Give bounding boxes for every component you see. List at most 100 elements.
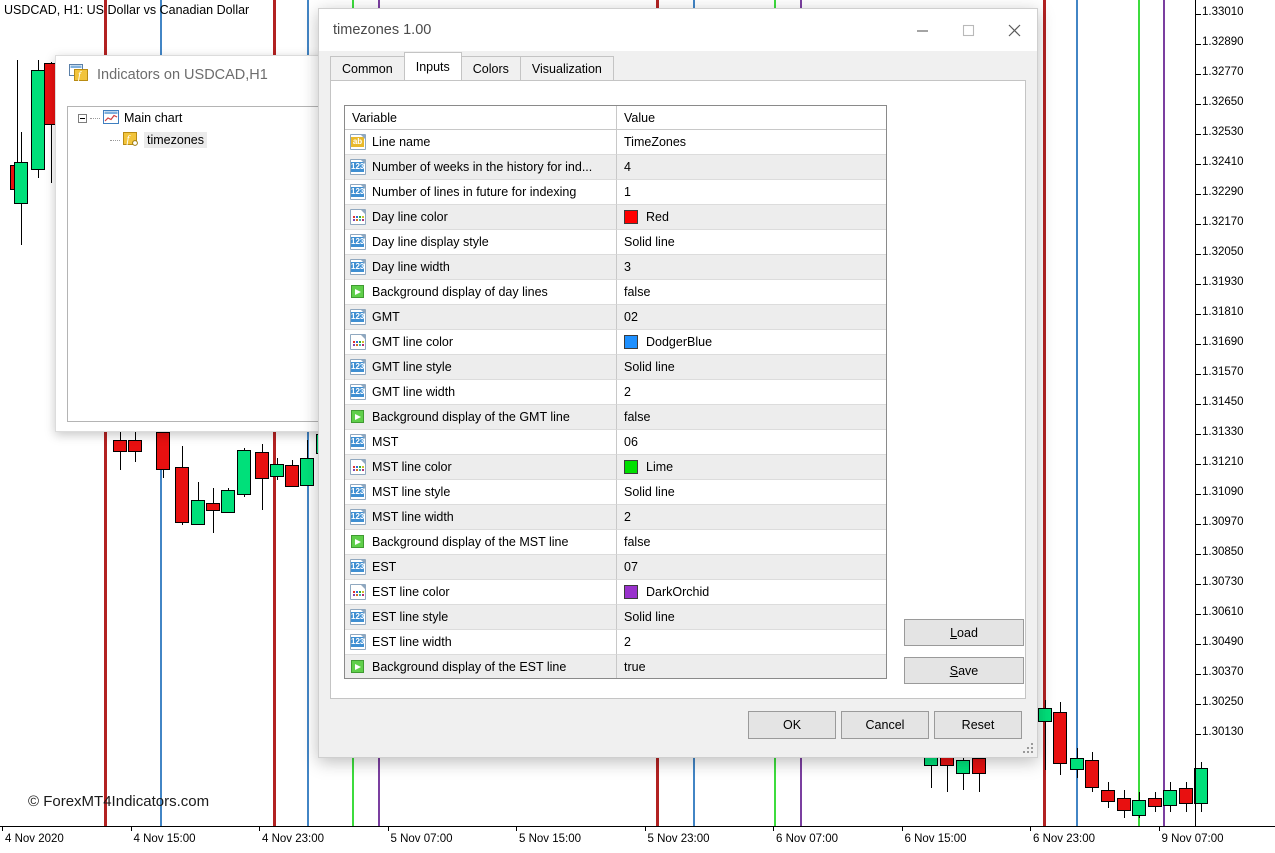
parameter-value-cell[interactable]: 2 bbox=[617, 630, 886, 655]
parameter-value-cell[interactable]: 4 bbox=[617, 155, 886, 180]
parameter-value-cell[interactable]: false bbox=[617, 530, 886, 555]
tab-colors[interactable]: Colors bbox=[461, 56, 521, 80]
table-row[interactable]: Background display of the GMT linefalse bbox=[345, 405, 886, 430]
parameter-value-cell[interactable]: Solid line bbox=[617, 355, 886, 380]
indicators-window[interactable]: f Indicators on USDCAD,H1 Main chart bbox=[55, 55, 330, 432]
parameter-value-cell[interactable]: Solid line bbox=[617, 230, 886, 255]
integer-type-icon: 123 bbox=[350, 259, 366, 275]
table-row[interactable]: 123Number of weeks in the history for in… bbox=[345, 155, 886, 180]
parameter-value-cell[interactable]: Solid line bbox=[617, 605, 886, 630]
tick-mark bbox=[1196, 104, 1201, 105]
table-row[interactable]: 123EST line width2 bbox=[345, 630, 886, 655]
table-row[interactable]: Background display of day linesfalse bbox=[345, 280, 886, 305]
parameter-value-cell[interactable]: Red bbox=[617, 205, 886, 230]
parameter-name-cell[interactable]: abLine name bbox=[345, 130, 617, 155]
parameter-value-cell[interactable]: 1 bbox=[617, 180, 886, 205]
parameter-name-cell[interactable]: 123EST line style bbox=[345, 605, 617, 630]
table-row[interactable]: Day line colorRed bbox=[345, 205, 886, 230]
parameter-value-cell[interactable]: 07 bbox=[617, 555, 886, 580]
tab-inputs[interactable]: Inputs bbox=[404, 52, 462, 80]
parameter-value-cell[interactable]: DodgerBlue bbox=[617, 330, 886, 355]
parameter-value-cell[interactable]: false bbox=[617, 280, 886, 305]
table-row[interactable]: 123Day line width3 bbox=[345, 255, 886, 280]
collapse-icon[interactable] bbox=[78, 114, 87, 123]
parameter-name-cell[interactable]: 123EST line width bbox=[345, 630, 617, 655]
table-row[interactable]: 123Day line display styleSolid line bbox=[345, 230, 886, 255]
table-row[interactable]: Background display of the EST linetrue bbox=[345, 655, 886, 679]
parameter-name-cell[interactable]: 123Number of lines in future for indexin… bbox=[345, 180, 617, 205]
time-axis[interactable]: 4 Nov 20204 Nov 15:004 Nov 23:005 Nov 07… bbox=[0, 826, 1275, 853]
parameter-name-cell[interactable]: 123EST bbox=[345, 555, 617, 580]
parameter-name-cell[interactable]: EST line color bbox=[345, 580, 617, 605]
maximize-icon[interactable] bbox=[945, 9, 991, 51]
parameter-name-cell[interactable]: Background display of the EST line bbox=[345, 655, 617, 679]
parameter-value-cell[interactable]: Lime bbox=[617, 455, 886, 480]
color-swatch[interactable] bbox=[624, 585, 638, 599]
tab-common[interactable]: Common bbox=[330, 56, 405, 80]
tree-item-timezones[interactable]: f timezones bbox=[68, 129, 358, 151]
table-row[interactable]: EST line colorDarkOrchid bbox=[345, 580, 886, 605]
close-icon[interactable] bbox=[991, 9, 1037, 51]
tree-item-main-chart[interactable]: Main chart bbox=[68, 107, 358, 129]
parameter-name-cell[interactable]: 123MST line style bbox=[345, 480, 617, 505]
table-row[interactable]: 123GMT line styleSolid line bbox=[345, 355, 886, 380]
table-row[interactable]: abLine nameTimeZones bbox=[345, 130, 886, 155]
reset-button[interactable]: Reset bbox=[934, 711, 1022, 739]
parameter-name-cell[interactable]: 123Number of weeks in the history for in… bbox=[345, 155, 617, 180]
color-swatch[interactable] bbox=[624, 210, 638, 224]
column-header-value[interactable]: Value bbox=[617, 106, 886, 130]
parameter-value-cell[interactable]: 2 bbox=[617, 380, 886, 405]
table-row[interactable]: Background display of the MST linefalse bbox=[345, 530, 886, 555]
parameter-value-cell[interactable]: Solid line bbox=[617, 480, 886, 505]
parameter-name-cell[interactable]: Day line color bbox=[345, 205, 617, 230]
parameter-value-cell[interactable]: TimeZones bbox=[617, 130, 886, 155]
table-row[interactable]: 123GMT02 bbox=[345, 305, 886, 330]
parameter-name-cell[interactable]: GMT line color bbox=[345, 330, 617, 355]
parameter-name-cell[interactable]: Background display of the GMT line bbox=[345, 405, 617, 430]
parameter-name-cell[interactable]: Background display of day lines bbox=[345, 280, 617, 305]
indicators-titlebar[interactable]: f Indicators on USDCAD,H1 bbox=[56, 56, 329, 94]
minimize-icon[interactable] bbox=[899, 9, 945, 51]
save-button[interactable]: Save bbox=[904, 657, 1024, 684]
ok-button[interactable]: OK bbox=[748, 711, 836, 739]
parameter-name-cell[interactable]: 123MST bbox=[345, 430, 617, 455]
cancel-button[interactable]: Cancel bbox=[841, 711, 929, 739]
parameter-name-cell[interactable]: MST line color bbox=[345, 455, 617, 480]
table-row[interactable]: 123MST06 bbox=[345, 430, 886, 455]
parameter-value-cell[interactable]: DarkOrchid bbox=[617, 580, 886, 605]
table-row[interactable]: 123GMT line width2 bbox=[345, 380, 886, 405]
price-axis[interactable]: 1.330101.328901.327701.326501.325301.324… bbox=[1195, 0, 1275, 828]
table-row[interactable]: 123MST line width2 bbox=[345, 505, 886, 530]
parameter-value-cell[interactable]: true bbox=[617, 655, 886, 679]
column-header-variable[interactable]: Variable bbox=[345, 106, 617, 130]
parameter-value-cell[interactable]: false bbox=[617, 405, 886, 430]
color-swatch[interactable] bbox=[624, 335, 638, 349]
indicator-properties-dialog[interactable]: timezones 1.00 CommonInputsColorsVisuali… bbox=[318, 8, 1038, 758]
parameter-value-cell[interactable]: 3 bbox=[617, 255, 886, 280]
tab-visualization[interactable]: Visualization bbox=[520, 56, 614, 80]
table-row[interactable]: 123Number of lines in future for indexin… bbox=[345, 180, 886, 205]
color-swatch[interactable] bbox=[624, 460, 638, 474]
parameter-name-cell[interactable]: 123GMT bbox=[345, 305, 617, 330]
parameter-name-cell[interactable]: 123Day line width bbox=[345, 255, 617, 280]
table-row[interactable]: 123EST line styleSolid line bbox=[345, 605, 886, 630]
tabstrip[interactable]: CommonInputsColorsVisualization bbox=[319, 51, 1037, 80]
parameter-name-cell[interactable]: 123GMT line style bbox=[345, 355, 617, 380]
parameter-value-cell[interactable]: 2 bbox=[617, 505, 886, 530]
parameter-name-cell[interactable]: 123MST line width bbox=[345, 505, 617, 530]
parameter-name-cell[interactable]: 123Day line display style bbox=[345, 230, 617, 255]
parameters-table[interactable]: VariableValueabLine nameTimeZones123Numb… bbox=[344, 105, 887, 679]
tick-mark bbox=[1196, 404, 1201, 405]
table-row[interactable]: 123EST07 bbox=[345, 555, 886, 580]
table-row[interactable]: MST line colorLime bbox=[345, 455, 886, 480]
table-row[interactable]: GMT line colorDodgerBlue bbox=[345, 330, 886, 355]
load-button[interactable]: Load bbox=[904, 619, 1024, 646]
table-row[interactable]: 123MST line styleSolid line bbox=[345, 480, 886, 505]
parameter-name-cell[interactable]: Background display of the MST line bbox=[345, 530, 617, 555]
dialog-titlebar[interactable]: timezones 1.00 bbox=[319, 9, 1037, 51]
parameter-value-cell[interactable]: 02 bbox=[617, 305, 886, 330]
resize-grip[interactable] bbox=[1021, 741, 1033, 753]
parameter-name-cell[interactable]: 123GMT line width bbox=[345, 380, 617, 405]
indicators-tree[interactable]: Main chart f timezones bbox=[67, 106, 359, 422]
parameter-value-cell[interactable]: 06 bbox=[617, 430, 886, 455]
